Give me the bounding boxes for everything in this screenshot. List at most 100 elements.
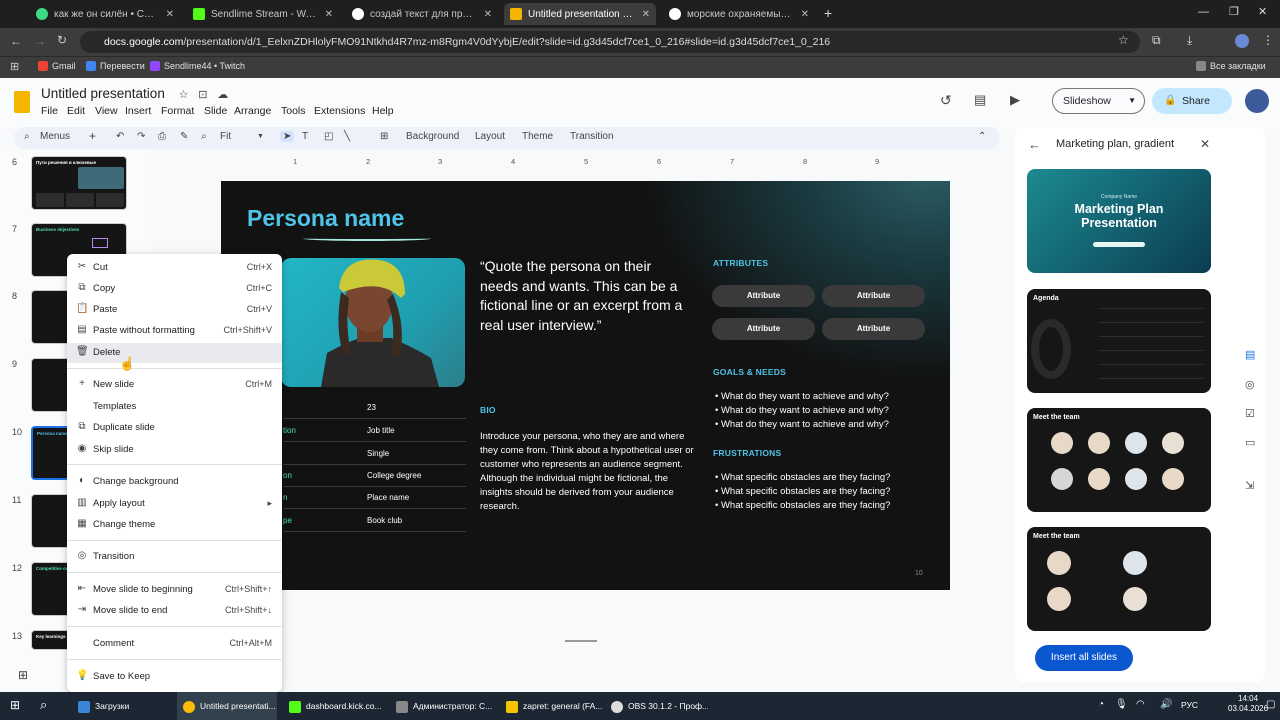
menu-item-comment[interactable]: Comment Ctrl+Alt+M <box>67 634 282 654</box>
system-clock[interactable]: 14:04 03.04.2026 <box>1228 694 1268 714</box>
taskbar-item-kick[interactable]: dashboard.kick.co... <box>283 692 385 720</box>
sidebar-keep-icon[interactable]: ◎ <box>1245 378 1259 392</box>
browser-tab-3[interactable]: создай текст для презентации ✕ <box>346 3 498 25</box>
template-card-3[interactable]: Meet the team <box>1027 408 1211 512</box>
tab-close-icon[interactable]: ✕ <box>642 9 650 20</box>
print-icon[interactable]: ⎙ <box>158 131 166 142</box>
image-icon[interactable]: ◰ <box>324 131 333 142</box>
speaker-notes-handle[interactable] <box>565 640 597 642</box>
back-arrow-icon[interactable]: ← <box>1028 137 1041 152</box>
menu-format[interactable]: Format <box>161 105 194 117</box>
window-close-icon[interactable]: ✕ <box>1258 5 1267 18</box>
avatar[interactable] <box>1245 89 1269 113</box>
profile-avatar[interactable] <box>1235 34 1249 48</box>
menu-item-cut[interactable]: ✂ Cut Ctrl+X <box>67 258 282 278</box>
frustration-item[interactable]: • What specific obstacles are they facin… <box>715 485 935 499</box>
browser-tab-4[interactable]: Untitled presentation - Google ✕ <box>504 3 656 25</box>
taskbar-item-obs[interactable]: OBS 30.1.2 - Проф... <box>605 692 708 720</box>
microphone-icon[interactable]: 🎙 <box>1115 699 1128 710</box>
extensions-icon[interactable]: ⧉ <box>1152 33 1161 48</box>
menu-item-duplicate[interactable]: ⧉ Duplicate slide <box>67 418 282 438</box>
paint-format-icon[interactable]: ✎ <box>180 131 188 142</box>
volume-icon[interactable]: 🔊 <box>1160 699 1172 710</box>
menu-help[interactable]: Help <box>372 105 394 117</box>
taskbar-item-cmd[interactable]: Администратор: C... <box>390 692 493 720</box>
comment-add-icon[interactable]: ⊞ <box>380 131 388 142</box>
share-button[interactable]: 🔒 Share <box>1152 88 1232 114</box>
menu-slide[interactable]: Slide <box>204 105 227 117</box>
undo-icon[interactable]: ↶ <box>116 131 124 142</box>
menu-item-new-slide[interactable]: + New slide Ctrl+M <box>67 375 282 395</box>
zoom-icon[interactable]: ⌕ <box>201 131 207 142</box>
frustration-item[interactable]: • What specific obstacles are they facin… <box>715 499 935 513</box>
goal-item[interactable]: • What do they want to achieve and why? <box>715 404 935 418</box>
browser-tab-1[interactable]: как же он силён • СЕРЕГА ✕ <box>30 3 180 25</box>
select-tool-icon[interactable]: ➤ <box>280 131 295 142</box>
persona-photo[interactable] <box>281 258 465 387</box>
menus-search[interactable]: Menus <box>40 131 70 142</box>
url-input[interactable]: docs.google.com/presentation/d/1_EelxnZD… <box>80 31 1140 53</box>
persona-quote[interactable]: “Quote the persona on their needs and wa… <box>480 257 690 335</box>
search-icon[interactable]: ⌕ <box>24 131 30 142</box>
bookmark-gmail[interactable]: Gmail <box>38 61 76 71</box>
menu-item-paste-plain[interactable]: ▤ Paste without formatting Ctrl+Shift+V <box>67 321 282 341</box>
slideshow-button[interactable]: Slideshow ▼ <box>1052 88 1145 114</box>
textbox-icon[interactable]: T <box>302 131 308 142</box>
bookmark-twitch[interactable]: Sendlime44 • Twitch <box>150 61 245 71</box>
all-bookmarks[interactable]: Все закладки <box>1196 61 1266 71</box>
maximize-icon[interactable]: ❐ <box>1229 5 1239 18</box>
menu-tools[interactable]: Tools <box>281 105 306 117</box>
tab-close-icon[interactable]: ✕ <box>801 9 809 20</box>
attribute-pill[interactable]: Attribute <box>712 318 815 340</box>
background-button[interactable]: Background <box>406 131 459 142</box>
taskbar-item-zapret[interactable]: zapret: general (FA... <box>500 692 602 720</box>
collapse-icon[interactable]: ⌃ <box>978 131 986 142</box>
template-card-4[interactable]: Meet the team <box>1027 527 1211 631</box>
attribute-pill[interactable]: Attribute <box>712 285 815 307</box>
menu-extensions[interactable]: Extensions <box>314 105 365 117</box>
back-icon[interactable]: ← <box>10 34 22 48</box>
keyboard-language[interactable]: РУС <box>1181 700 1198 710</box>
menu-item-copy[interactable]: ⧉ Copy Ctrl+C <box>67 279 282 299</box>
menu-item-transition[interactable]: ◎ Transition <box>67 547 282 567</box>
slide-thumb-6[interactable]: Пути решения и ключевые <box>31 156 127 210</box>
forward-icon[interactable]: → <box>34 34 46 48</box>
table-row[interactable]: pe Book club <box>283 510 466 532</box>
menu-edit[interactable]: Edit <box>67 105 85 117</box>
menu-item-move-end[interactable]: ⇥ Move slide to end Ctrl+Shift+↓ <box>67 601 282 621</box>
menu-file[interactable]: File <box>41 105 58 117</box>
taskbar-item-downloads[interactable]: Загрузки <box>72 692 172 720</box>
tray-icon[interactable]: ◔ <box>1098 699 1104 710</box>
browser-tab-2[interactable]: Sendlime Stream - Watch Live ✕ <box>187 3 339 25</box>
goal-item[interactable]: • What do they want to achieve and why? <box>715 390 935 404</box>
chevron-down-icon[interactable]: ▼ <box>1128 89 1136 113</box>
new-tab-icon[interactable]: + <box>824 5 832 21</box>
bio-text[interactable]: Introduce your persona, who they are and… <box>480 430 694 514</box>
template-card-1[interactable]: Company Name Marketing Plan Presentation <box>1027 169 1211 273</box>
table-row[interactable]: 23 <box>283 397 466 419</box>
tab-close-icon[interactable]: ✕ <box>484 9 492 20</box>
menu-item-apply-layout[interactable]: ▥ Apply layout ▸ <box>67 494 282 514</box>
grid-view-icon[interactable]: ⊞ <box>18 668 28 682</box>
table-row[interactable]: Single <box>283 443 466 465</box>
star-icon[interactable]: ☆ <box>179 89 189 101</box>
menu-arrange[interactable]: Arrange <box>234 105 271 117</box>
menu-item-change-background[interactable]: ◐ Change background <box>67 472 282 492</box>
menu-item-skip[interactable]: ◉ Skip slide <box>67 440 282 460</box>
sidebar-expand-icon[interactable]: ⇲ <box>1245 479 1259 493</box>
taskbar-item-chrome[interactable]: Untitled presentati... <box>177 692 277 720</box>
insert-all-slides-button[interactable]: Insert all slides <box>1035 645 1133 671</box>
version-history-icon[interactable]: ↺ <box>940 92 952 109</box>
move-folder-icon[interactable]: ⊡ <box>198 89 207 101</box>
slide-canvas[interactable]: Persona name “Quote the persona on their… <box>221 181 950 590</box>
theme-button[interactable]: Theme <box>522 131 553 142</box>
bookmark-star-icon[interactable]: ☆ <box>1118 33 1129 47</box>
sidebar-tasks-icon[interactable]: ☑ <box>1245 407 1259 421</box>
apps-grid-icon[interactable]: ⊞ <box>10 60 19 73</box>
download-icon[interactable]: ⤓ <box>1187 33 1192 48</box>
menu-item-change-theme[interactable]: ▦ Change theme <box>67 515 282 535</box>
menu-item-paste[interactable]: 📋 Paste Ctrl+V <box>67 300 282 320</box>
layout-button[interactable]: Layout <box>475 131 505 142</box>
meet-icon[interactable]: ▶ <box>1010 92 1020 108</box>
close-icon[interactable]: ✕ <box>1200 137 1210 151</box>
